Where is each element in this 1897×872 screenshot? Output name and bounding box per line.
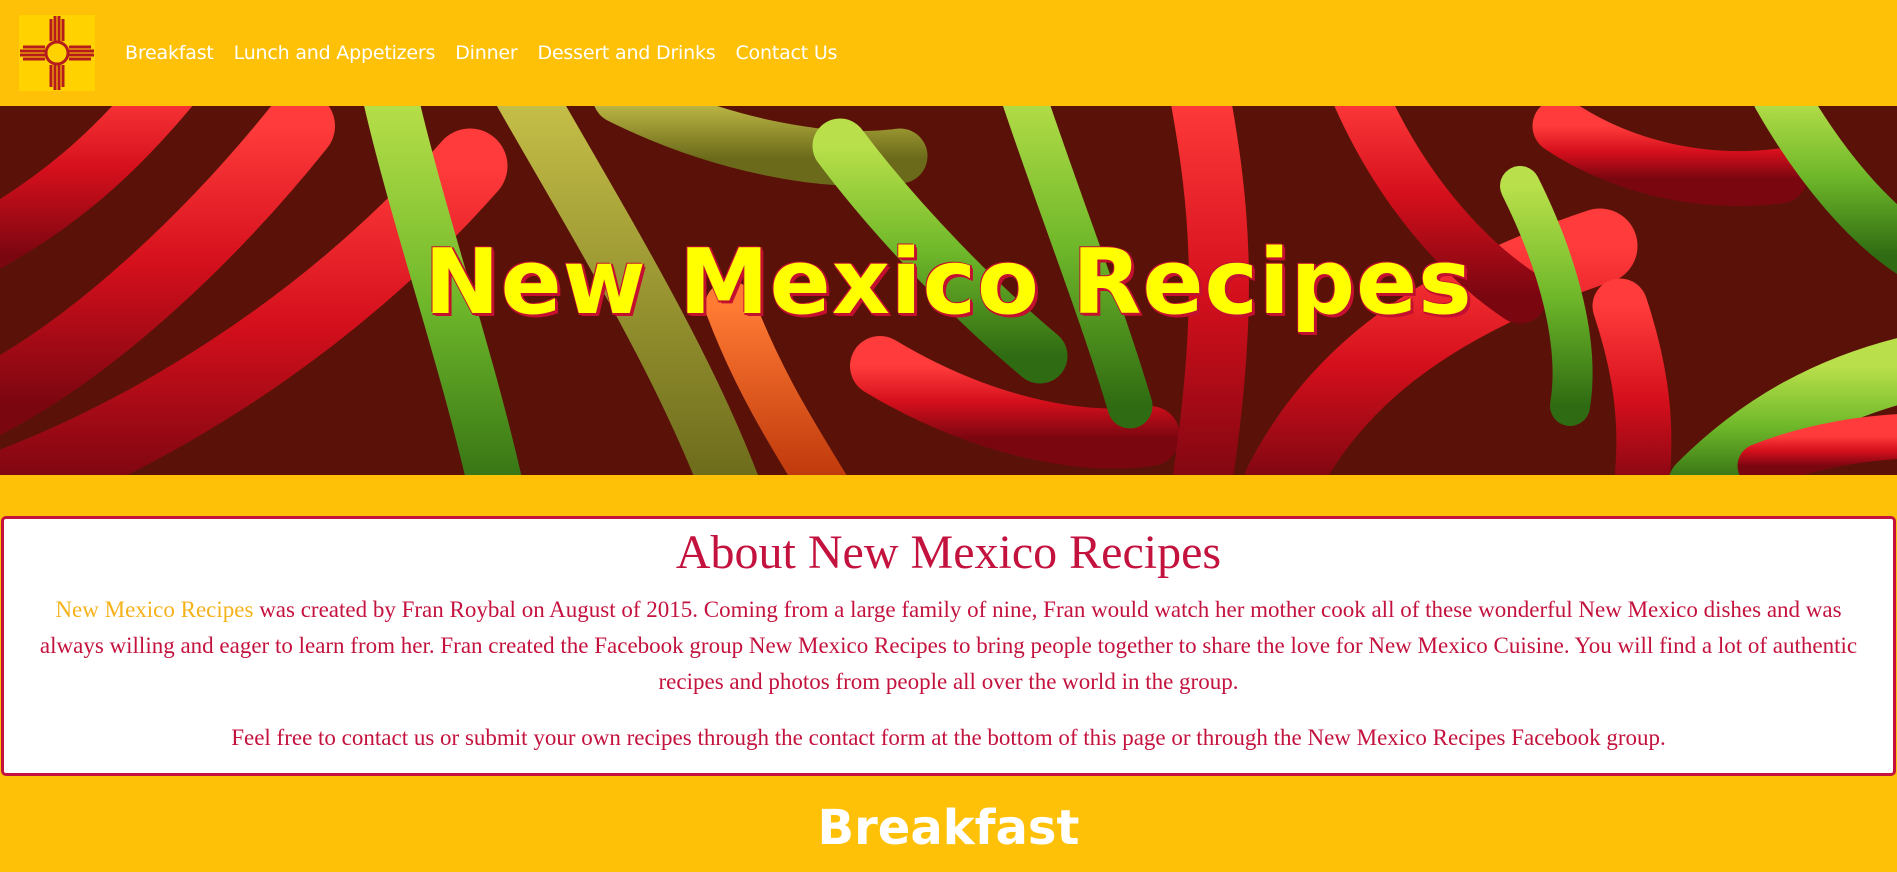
top-navbar: Breakfast Lunch and Appetizers Dinner De… — [0, 0, 1897, 106]
about-heading: About New Mexico Recipes — [675, 526, 1222, 579]
hero-title: New Mexico Recipes — [424, 230, 1473, 335]
zia-sun-symbol-icon[interactable] — [19, 15, 95, 91]
about-section: About New Mexico Recipes New Mexico Reci… — [1, 516, 1896, 776]
nav-breakfast-link[interactable]: Breakfast — [125, 42, 214, 64]
nav-lunch-appetizers-link[interactable]: Lunch and Appetizers — [234, 42, 436, 64]
nav-dinner-link[interactable]: Dinner — [455, 42, 517, 64]
about-paragraph-1: New Mexico Recipes was created by Fran R… — [28, 592, 1869, 700]
hero-banner: New Mexico Recipes — [0, 106, 1897, 475]
about-paragraph-1-text: was created by Fran Roybal on August of … — [39, 597, 1858, 694]
nav-dessert-drinks-link[interactable]: Dessert and Drinks — [538, 42, 716, 64]
about-paragraph-2: Feel free to contact us or submit your o… — [231, 725, 1666, 750]
breakfast-section-title: Breakfast — [817, 800, 1080, 856]
nav-contact-us-link[interactable]: Contact Us — [735, 42, 837, 64]
about-highlight-text: New Mexico Recipes — [55, 597, 254, 622]
